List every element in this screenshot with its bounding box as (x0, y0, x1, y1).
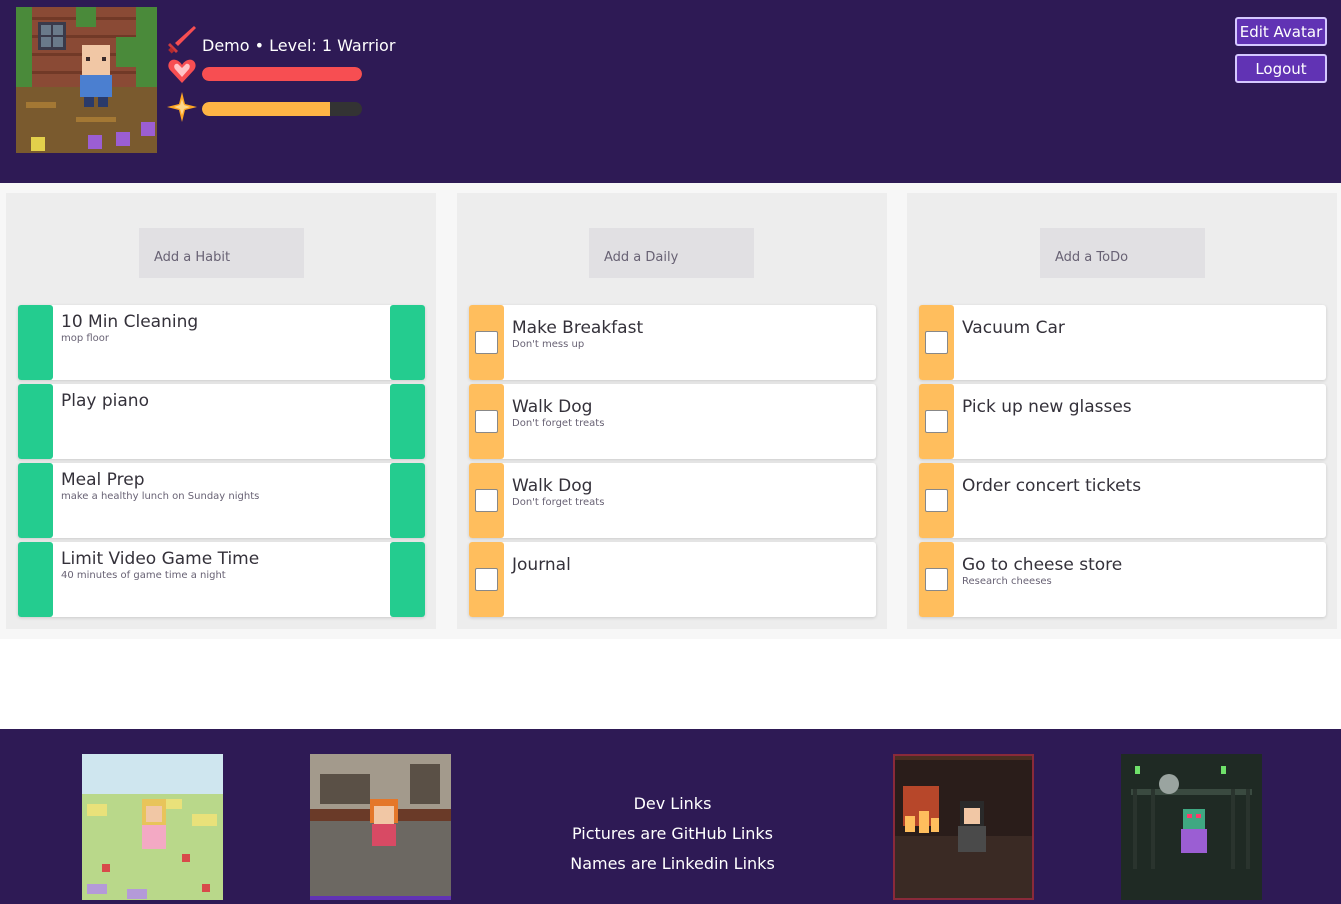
task-title: Walk Dog (512, 476, 593, 496)
task-title: Pick up new glasses (962, 397, 1132, 417)
dev-links-text: Dev Links Pictures are GitHub Links Name… (560, 793, 785, 883)
task-notes: Don't forget treats (512, 497, 605, 508)
daily-checkbox-area[interactable] (469, 463, 504, 538)
add-daily-input[interactable]: Add a Daily (589, 228, 754, 278)
task-title: Order concert tickets (962, 476, 1142, 496)
task-notes: Don't forget treats (512, 418, 605, 429)
task-title: Vacuum Car (962, 318, 1065, 338)
footer: Dev Links Pictures are GitHub Links Name… (0, 729, 1341, 904)
dailies-column: Add a Daily Make Breakfast Don't mess up… (457, 193, 887, 629)
checkbox[interactable] (475, 410, 498, 433)
todo-item[interactable]: Pick up new glasses (919, 384, 1326, 459)
task-notes: make a healthy lunch on Sunday nights (61, 491, 260, 502)
habit-minus-button[interactable] (390, 305, 425, 380)
dev-picture-link[interactable] (893, 754, 1034, 900)
habit-item[interactable]: Play piano (18, 384, 425, 459)
task-notes: mop floor (61, 333, 110, 344)
habit-item[interactable]: Meal Prep make a healthy lunch on Sunday… (18, 463, 425, 538)
todo-checkbox-area[interactable] (919, 305, 954, 380)
checkbox[interactable] (475, 568, 498, 591)
health-bar-fill (202, 67, 362, 81)
checkbox[interactable] (925, 489, 948, 512)
habits-column: Add a Habit 10 Min Cleaning mop floor Pl… (6, 193, 436, 629)
task-notes: 40 minutes of game time a night (61, 570, 226, 581)
dev-links-note-names: Names are Linkedin Links (570, 854, 775, 873)
daily-item[interactable]: Make Breakfast Don't mess up (469, 305, 876, 380)
checkbox[interactable] (925, 568, 948, 591)
add-todo-input[interactable]: Add a ToDo (1040, 228, 1205, 278)
dev-links-note-pictures: Pictures are GitHub Links (571, 824, 774, 843)
habit-minus-button[interactable] (390, 542, 425, 617)
checkbox[interactable] (925, 331, 948, 354)
habit-plus-button[interactable] (18, 384, 53, 459)
habit-item[interactable]: Limit Video Game Time 40 minutes of game… (18, 542, 425, 617)
habit-minus-button[interactable] (390, 463, 425, 538)
experience-bar-fill (202, 102, 330, 116)
daily-checkbox-area[interactable] (469, 384, 504, 459)
daily-item[interactable]: Walk Dog Don't forget treats (469, 384, 876, 459)
todo-checkbox-area[interactable] (919, 463, 954, 538)
star-icon (167, 92, 197, 122)
header: Demo • Level: 1 Warrior Edit Avatar Logo… (0, 0, 1341, 183)
todos-column: Add a ToDo Vacuum Car Pick up new glasse… (907, 193, 1337, 629)
dev-links-heading: Dev Links (633, 794, 712, 813)
task-title: Limit Video Game Time (61, 549, 260, 569)
task-title: Meal Prep (61, 470, 145, 490)
habit-plus-button[interactable] (18, 305, 53, 380)
task-title: Make Breakfast (512, 318, 644, 338)
todo-item[interactable]: Vacuum Car (919, 305, 1326, 380)
todo-item[interactable]: Go to cheese store Research cheeses (919, 542, 1326, 617)
task-title: Play piano (61, 391, 149, 411)
task-title: 10 Min Cleaning (61, 312, 199, 332)
task-notes: Don't mess up (512, 339, 585, 350)
task-title: Walk Dog (512, 397, 593, 417)
add-habit-input[interactable]: Add a Habit (139, 228, 304, 278)
checkbox[interactable] (475, 331, 498, 354)
dev-picture-link[interactable] (82, 754, 223, 900)
dev-picture-link[interactable] (310, 754, 451, 900)
task-notes: Research cheeses (962, 576, 1052, 587)
checkbox[interactable] (475, 489, 498, 512)
task-board: Add a Habit 10 Min Cleaning mop floor Pl… (0, 183, 1341, 639)
daily-checkbox-area[interactable] (469, 542, 504, 617)
health-bar (202, 67, 362, 81)
daily-checkbox-area[interactable] (469, 305, 504, 380)
user-level-text: Demo • Level: 1 Warrior (202, 36, 396, 55)
daily-item[interactable]: Journal (469, 542, 876, 617)
user-avatar[interactable] (16, 7, 157, 153)
habit-minus-button[interactable] (390, 384, 425, 459)
logout-button[interactable]: Logout (1235, 54, 1327, 83)
habit-plus-button[interactable] (18, 463, 53, 538)
todo-checkbox-area[interactable] (919, 384, 954, 459)
daily-item[interactable]: Walk Dog Don't forget treats (469, 463, 876, 538)
experience-bar (202, 102, 362, 116)
todo-item[interactable]: Order concert tickets (919, 463, 1326, 538)
task-title: Go to cheese store (962, 555, 1123, 575)
dev-picture-link[interactable] (1121, 754, 1262, 900)
habit-plus-button[interactable] (18, 542, 53, 617)
habit-item[interactable]: 10 Min Cleaning mop floor (18, 305, 425, 380)
edit-avatar-button[interactable]: Edit Avatar (1235, 17, 1327, 46)
checkbox[interactable] (925, 410, 948, 433)
todo-checkbox-area[interactable] (919, 542, 954, 617)
sword-icon (168, 26, 196, 54)
heart-icon (168, 59, 196, 83)
task-title: Journal (512, 555, 571, 575)
